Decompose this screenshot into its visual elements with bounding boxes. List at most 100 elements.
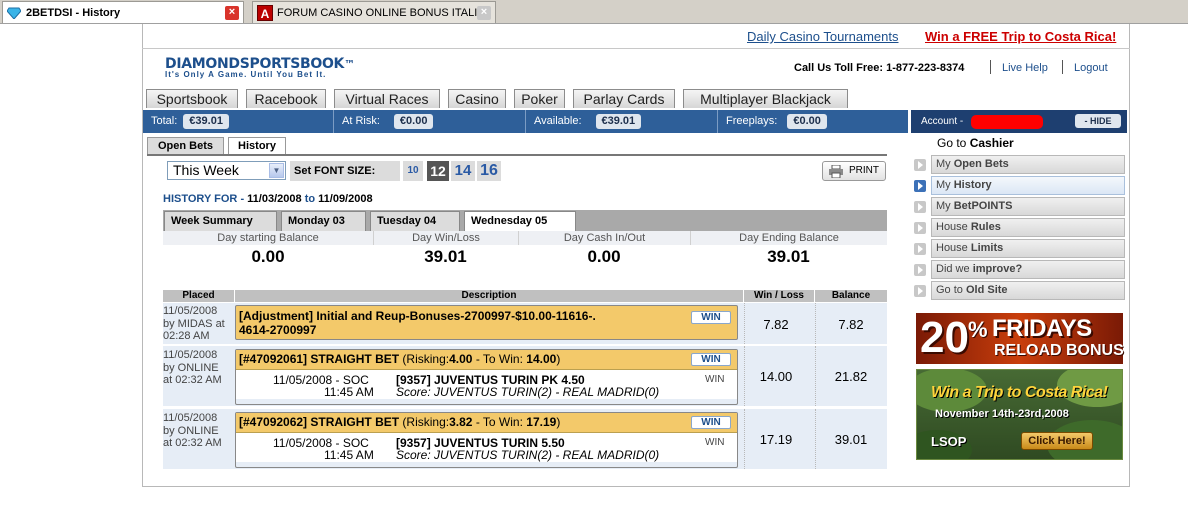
- adjustment-description-line2: 4614-2700997: [239, 323, 317, 337]
- period-select-value: This Week: [173, 162, 239, 178]
- chevron-down-icon[interactable]: ▼: [269, 163, 284, 178]
- balance-available: Available: €39.01: [526, 110, 718, 133]
- balance-cell: 21.82: [834, 369, 868, 384]
- balance-value: €0.00: [787, 113, 827, 129]
- risking-amount: 3.82: [449, 415, 473, 429]
- tab-wednesday[interactable]: Wednesday 05: [464, 211, 576, 231]
- menu-my-open-bets[interactable]: My Open Bets: [914, 155, 1125, 174]
- fridays-reload-banner[interactable]: 20 % FRIDAYS RELOAD BONUS: [916, 313, 1124, 364]
- history-range: HISTORY FOR - 11/03/2008 to 11/09/2008: [163, 193, 373, 205]
- placed-date: 11/05/2008: [163, 412, 218, 424]
- to-win-amount: 14.00: [526, 352, 557, 366]
- nav-tab-virtual-races[interactable]: Virtual Races: [334, 89, 440, 108]
- menu-label-prefix: Go to: [936, 284, 966, 296]
- event-score: Score: JUVENTUS TURIN(2) - REAL MADRID(0…: [396, 385, 660, 399]
- live-help-link[interactable]: Live Help: [1002, 62, 1048, 74]
- bet-title: [#47092061] STRAIGHT BET (Risking:4.00 -…: [236, 350, 737, 370]
- nav-tab-poker[interactable]: Poker: [514, 89, 565, 108]
- close-icon[interactable]: ×: [225, 6, 239, 20]
- menu-my-betpoints[interactable]: My BetPOINTS: [914, 197, 1125, 216]
- to-win-label: - To Win:: [475, 352, 523, 366]
- menu-label-main: improve?: [972, 263, 1023, 275]
- balance-bar: Total: €39.01 At Risk: €0.00 Available: €39…: [143, 110, 908, 133]
- banner-percent-sign: %: [968, 317, 988, 342]
- description-cell: [#47092062] STRAIGHT BET (Risking:3.82 -…: [235, 412, 738, 468]
- menu-label-main: Old Site: [965, 284, 1008, 296]
- font-size-10-button[interactable]: 10: [403, 161, 423, 181]
- font-size-16-button[interactable]: 16: [477, 161, 501, 181]
- cashier-prefix: Go to: [937, 136, 967, 150]
- go-to-cashier-link[interactable]: Go to Cashier: [911, 133, 1127, 153]
- column-header-placed: Placed: [163, 290, 235, 302]
- summary-ending-balance: 39.01: [767, 247, 810, 266]
- placed-time: 02:28 AM: [163, 330, 210, 343]
- hide-button[interactable]: - HIDE: [1075, 114, 1121, 128]
- placed-date: 11/05/2008: [163, 349, 218, 361]
- menu-house-rules[interactable]: House Rules: [914, 218, 1125, 237]
- account-label: Account -: [921, 116, 964, 127]
- menu-label-prefix: My: [936, 158, 954, 170]
- summary-header-cash: Day Cash In/Out: [518, 231, 690, 245]
- placed-by: by MIDAS at: [163, 317, 225, 330]
- arrow-right-icon: [914, 179, 926, 192]
- balance-freeplays: Freeplays: €0.00: [718, 110, 908, 133]
- close-icon[interactable]: ×: [477, 6, 491, 20]
- divider: [142, 48, 1130, 49]
- summary-header-winloss: Day Win/Loss: [373, 231, 518, 245]
- win-badge: WIN: [691, 353, 731, 366]
- line-result: WIN: [705, 374, 725, 385]
- menu-label: My BetPOINTS: [931, 197, 1125, 216]
- nav-tab-racebook[interactable]: Racebook: [246, 89, 326, 108]
- promo-link[interactable]: Win a FREE Trip to Costa Rica!: [925, 29, 1116, 44]
- tab-history[interactable]: History: [228, 137, 286, 155]
- print-label: PRINT: [849, 165, 879, 176]
- browser-tab-history[interactable]: 2BETDSI - History ×: [2, 1, 244, 23]
- event-time: 11:45 AM: [324, 448, 374, 462]
- nav-tab-sportsbook[interactable]: Sportsbook: [146, 89, 238, 108]
- bet-id: [#47092062]: [239, 415, 308, 429]
- print-icon: [829, 164, 843, 179]
- bet-type: STRAIGHT BET: [310, 415, 400, 429]
- banner-trip-dates: November 14th-23rd,2008: [935, 408, 1069, 420]
- browser-tab-forum[interactable]: A FORUM CASINO ONLINE BONUS ITALI... ×: [252, 1, 496, 23]
- balance-value: €39.01: [183, 113, 229, 129]
- menu-did-we-improve[interactable]: Did we improve?: [914, 260, 1125, 279]
- font-size-label: Set FONT SIZE:: [290, 161, 400, 181]
- nav-tab-casino[interactable]: Casino: [448, 89, 506, 108]
- click-here-button[interactable]: Click Here!: [1021, 432, 1093, 450]
- balance-total: Total: €39.01: [143, 110, 334, 133]
- tab-tuesday[interactable]: Tuesday 04: [370, 211, 460, 231]
- font-size-12-button[interactable]: 12: [427, 161, 449, 181]
- period-select[interactable]: This Week ▼: [167, 161, 286, 180]
- nav-tab-multiplayer-blackjack[interactable]: Multiplayer Blackjack: [683, 89, 848, 108]
- win-loss-cell: 7.82: [763, 317, 789, 332]
- balance-at-risk: At Risk: €0.00: [334, 110, 526, 133]
- print-button[interactable]: PRINT: [822, 161, 886, 181]
- banner-trip-title: Win a Trip to Costa Rica!: [931, 384, 1108, 401]
- banner-reload-text: RELOAD BONUS: [994, 342, 1124, 359]
- menu-label-main: BetPOINTS: [953, 200, 1013, 212]
- font-size-14-button[interactable]: 14: [451, 161, 475, 181]
- event-score: Score: JUVENTUS TURIN(2) - REAL MADRID(0…: [396, 448, 660, 462]
- adjustment-text: [Adjustment] Initial and Reup-Bonuses-27…: [236, 306, 686, 337]
- browser-tab-title: FORUM CASINO ONLINE BONUS ITALI...: [277, 6, 487, 19]
- balance-value: €0.00: [393, 113, 434, 129]
- history-to-date: 11/09/2008: [318, 193, 373, 205]
- nav-tab-parlay-cards[interactable]: Parlay Cards: [573, 89, 675, 108]
- tab-week-summary[interactable]: Week Summary: [164, 211, 277, 231]
- logo-tm: ™: [344, 58, 355, 71]
- tab-monday[interactable]: Monday 03: [281, 211, 366, 231]
- win-badge: WIN: [691, 311, 731, 324]
- column-header-balance: Balance: [831, 290, 871, 301]
- arrow-right-icon: [914, 158, 926, 171]
- arrow-right-icon: [914, 263, 926, 276]
- menu-house-limits[interactable]: House Limits: [914, 239, 1125, 258]
- tab-open-bets[interactable]: Open Bets: [147, 137, 224, 155]
- history-dash: -: [240, 193, 245, 205]
- menu-my-history[interactable]: My History: [914, 176, 1125, 195]
- logout-link[interactable]: Logout: [1074, 62, 1108, 74]
- costa-rica-trip-banner[interactable]: Win a Trip to Costa Rica! November 14th-…: [916, 369, 1123, 460]
- risking-label: (Risking:: [402, 415, 450, 429]
- menu-go-to-old-site[interactable]: Go to Old Site: [914, 281, 1125, 300]
- tournaments-link[interactable]: Daily Casino Tournaments: [747, 29, 899, 44]
